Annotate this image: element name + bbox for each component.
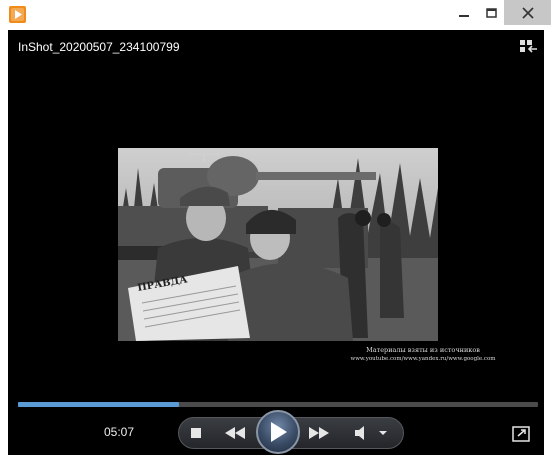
- stop-icon: [191, 428, 201, 438]
- volume-icon: [355, 426, 364, 440]
- video-area[interactable]: InShot_20200507_234100799 ПРАВДА Материа…: [8, 30, 544, 455]
- close-button[interactable]: [504, 0, 551, 25]
- next-icon: [309, 427, 329, 439]
- play-icon: [271, 422, 287, 442]
- caption-line-2: www.youtube.com/www.yandex.ru/www.google…: [350, 356, 496, 362]
- video-frame: ПРАВДА: [118, 148, 438, 341]
- switch-to-library-icon: [520, 40, 537, 53]
- play-button[interactable]: [256, 410, 300, 454]
- caption-line-1: Материалы взяты из источников: [366, 346, 480, 354]
- switch-to-library-button[interactable]: [520, 40, 538, 55]
- close-icon: [521, 6, 534, 19]
- current-time: 05:07: [104, 425, 135, 439]
- next-button[interactable]: [306, 425, 332, 441]
- chevron-down-icon: [379, 431, 387, 435]
- seek-bar[interactable]: [18, 402, 538, 407]
- seek-bar-progress: [18, 402, 180, 407]
- window-frame-bottom: [0, 455, 552, 462]
- fullscreen-icon: [512, 426, 530, 442]
- video-frame-image: ПРАВДА: [118, 148, 438, 341]
- previous-icon: [225, 427, 245, 439]
- media-title: InShot_20200507_234100799: [18, 40, 180, 54]
- volume-menu-button[interactable]: [378, 428, 388, 438]
- video-caption: Материалы взяты из источников www.youtub…: [338, 346, 508, 364]
- maximize-icon: [485, 7, 497, 18]
- media-player-icon: [9, 6, 26, 23]
- maximize-button[interactable]: [478, 0, 504, 25]
- media-player-window: InShot_20200507_234100799 ПРАВДА Материа…: [0, 0, 552, 462]
- stop-button[interactable]: [188, 425, 204, 441]
- previous-button[interactable]: [222, 425, 248, 441]
- title-bar[interactable]: [0, 0, 552, 31]
- volume-button[interactable]: [354, 425, 366, 441]
- window-frame-left: [0, 30, 8, 462]
- window-frame-right: [544, 30, 552, 462]
- minimize-button[interactable]: [450, 0, 478, 25]
- fullscreen-button[interactable]: [512, 426, 530, 442]
- minimize-icon: [459, 14, 469, 17]
